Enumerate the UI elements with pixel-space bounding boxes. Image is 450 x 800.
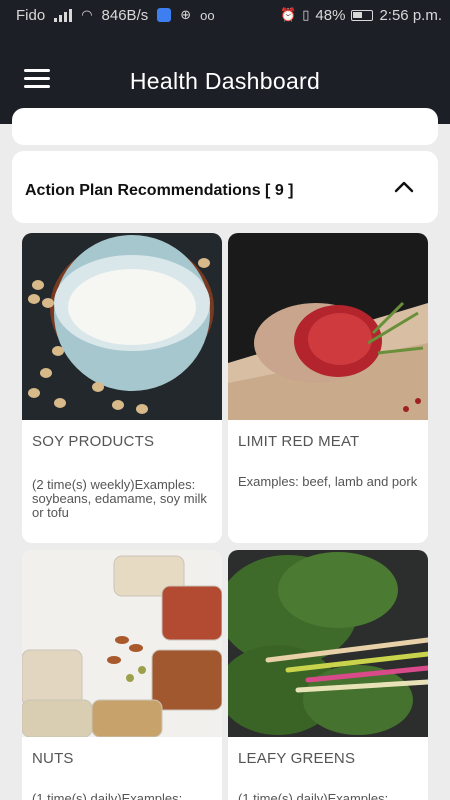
card-description: (1 time(s) daily)Examples: [238, 791, 389, 800]
card-description: Examples: beef, lamb and pork [238, 474, 418, 489]
alarm-icon: ⏰ [280, 7, 297, 22]
signal-icon [54, 8, 73, 22]
red-meat-image [228, 233, 428, 420]
card-description: (1 time(s) daily)Examples: [32, 791, 183, 800]
carrier-label: Fido [16, 6, 46, 24]
chevron-up-icon[interactable] [392, 175, 416, 199]
network-speed: 846B/s [101, 6, 149, 24]
nuts-image [22, 550, 222, 737]
voicemail-icon: oo [200, 7, 215, 23]
leafy-greens-image [228, 550, 428, 737]
page-title: Health Dashboard [129, 68, 321, 94]
previous-section-card [12, 108, 438, 145]
card-title: LEAFY GREENS [238, 750, 356, 767]
recommendation-card-nuts[interactable]: NUTS (1 time(s) daily)Examples: [22, 550, 222, 800]
card-title: LIMIT RED MEAT [238, 433, 360, 450]
vibrate-icon: ▯ [302, 7, 310, 22]
card-title: NUTS [32, 750, 74, 767]
card-title: SOY PRODUCTS [32, 433, 155, 450]
status-bar: Fido ◠ 846B/s ⊕ oo ⏰ ▯ 48% 2:56 p.m. [0, 0, 450, 30]
battery-percent: 48% [315, 6, 346, 24]
clock: 2:56 p.m. [379, 6, 442, 24]
action-plan-section-header[interactable]: Action Plan Recommendations [ 9 ] [12, 151, 438, 223]
globe-icon: ⊕ [180, 7, 192, 22]
recommendation-card-red-meat[interactable]: LIMIT RED MEAT Examples: beef, lamb and … [228, 233, 428, 543]
battery-icon [351, 9, 374, 21]
section-title: Action Plan Recommendations [ 9 ] [25, 182, 294, 199]
wifi-icon: ◠ [81, 7, 93, 22]
recommendation-card-leafy-greens[interactable]: LEAFY GREENS (1 time(s) daily)Examples: [228, 550, 428, 800]
card-description: (2 time(s) weekly)Examples: soybeans, ed… [32, 477, 207, 520]
recommendation-card-soy[interactable]: SOY PRODUCTS (2 time(s) weekly)Examples:… [22, 233, 222, 543]
vpn-shield-icon [157, 8, 172, 22]
soy-products-image [22, 233, 222, 420]
